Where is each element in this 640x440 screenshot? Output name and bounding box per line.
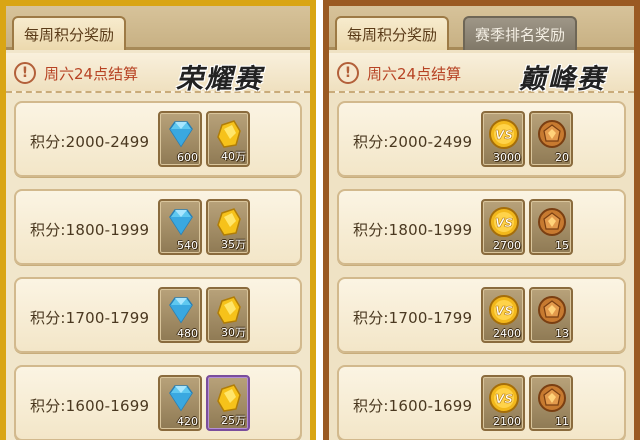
mode-title: 巅峰赛 [519, 64, 606, 95]
reward-row: 积分:2000-2499 600 40万 [14, 101, 302, 177]
reward-item-gold[interactable]: 30万 [206, 287, 250, 343]
reward-item-chest[interactable]: 20 [529, 111, 573, 167]
diamond-icon [164, 381, 198, 415]
reward-row: 积分:1600-1699 420 25万 [14, 365, 302, 440]
points-range-label: 积分:1700-1799 [30, 309, 150, 327]
points-range-label: 积分:1800-1999 [30, 221, 150, 239]
reward-item-diamond[interactable]: 540 [158, 199, 202, 255]
diamond-icon [164, 205, 198, 239]
reward-row: 积分:1800-1999 VS 2700 15 [337, 189, 626, 265]
reward-count: 2100 [493, 415, 521, 428]
settlement-notice: ! 周六24点结算 巅峰赛 [329, 53, 634, 95]
reward-row: 积分:1600-1699 VS 2100 11 [337, 365, 626, 440]
reward-item-gold[interactable]: 40万 [206, 111, 250, 167]
svg-text:VS: VS [495, 304, 513, 318]
warning-icon: ! [14, 62, 36, 84]
reward-count: 25万 [221, 414, 246, 427]
reward-item-vs-coin[interactable]: VS 2400 [481, 287, 525, 343]
peak-rewards-panel: 每周积分奖励 赛季排名奖励 ! 周六24点结算 巅峰赛 积分:2000-2499… [323, 0, 640, 440]
points-range-label: 积分:1600-1699 [30, 397, 150, 415]
reward-row: 积分:1700-1799 VS 2400 13 [337, 277, 626, 353]
reward-row: 积分:1700-1799 480 30万 [14, 277, 302, 353]
points-range-label: 积分:2000-2499 [353, 133, 473, 151]
diamond-icon [164, 117, 198, 151]
tab-weekly-points-rewards[interactable]: 每周积分奖励 [12, 16, 127, 50]
diamond-icon [164, 293, 198, 327]
reward-count: 20 [555, 151, 569, 164]
chest-icon [535, 293, 569, 327]
reward-item-gold[interactable]: 25万 [206, 375, 250, 431]
tab-weekly-points-rewards[interactable]: 每周积分奖励 [335, 16, 450, 50]
reward-item-diamond[interactable]: 420 [158, 375, 202, 431]
reward-count: 13 [555, 327, 569, 340]
gold-icon [212, 293, 246, 327]
points-range-label: 积分:2000-2499 [30, 133, 150, 151]
reward-count: 420 [177, 415, 198, 428]
mode-title: 荣耀赛 [176, 64, 263, 95]
points-range-label: 积分:1700-1799 [353, 309, 473, 327]
panel-divider [316, 0, 323, 440]
gold-icon [212, 381, 246, 415]
reward-item-vs-coin[interactable]: VS 2700 [481, 199, 525, 255]
reward-count: 480 [177, 327, 198, 340]
chest-icon [535, 117, 569, 151]
reward-item-chest[interactable]: 13 [529, 287, 573, 343]
reward-item-diamond[interactable]: 480 [158, 287, 202, 343]
svg-text:VS: VS [495, 128, 513, 142]
vs-coin-icon: VS [487, 117, 521, 151]
vs-coin-icon: VS [487, 381, 521, 415]
tab-bar: 每周积分奖励 [6, 6, 310, 50]
tab-bar: 每周积分奖励 赛季排名奖励 [329, 6, 634, 50]
svg-text:VS: VS [495, 216, 513, 230]
reward-row: 积分:1800-1999 540 35万 [14, 189, 302, 265]
settlement-text: 周六24点结算 [367, 65, 462, 83]
chest-icon [535, 381, 569, 415]
reward-row: 积分:2000-2499 VS 3000 20 [337, 101, 626, 177]
svg-text:VS: VS [495, 392, 513, 406]
vs-coin-icon: VS [487, 293, 521, 327]
tab-season-ranking-rewards[interactable]: 赛季排名奖励 [463, 16, 578, 50]
reward-item-chest[interactable]: 11 [529, 375, 573, 431]
points-range-label: 积分:1600-1699 [353, 397, 473, 415]
glory-rewards-panel: 每周积分奖励 ! 周六24点结算 荣耀赛 积分:2000-2499 600 40… [0, 0, 316, 440]
reward-count: 40万 [221, 150, 246, 163]
gold-icon [212, 205, 246, 239]
warning-icon: ! [337, 62, 359, 84]
reward-item-vs-coin[interactable]: VS 2100 [481, 375, 525, 431]
reward-count: 3000 [493, 151, 521, 164]
reward-count: 600 [177, 151, 198, 164]
chest-icon [535, 205, 569, 239]
reward-count: 15 [555, 239, 569, 252]
vs-coin-icon: VS [487, 205, 521, 239]
settlement-text: 周六24点结算 [44, 65, 139, 83]
reward-count: 2400 [493, 327, 521, 340]
reward-count: 2700 [493, 239, 521, 252]
reward-count: 11 [555, 415, 569, 428]
reward-item-chest[interactable]: 15 [529, 199, 573, 255]
reward-count: 540 [177, 239, 198, 252]
gold-icon [212, 117, 246, 151]
points-range-label: 积分:1800-1999 [353, 221, 473, 239]
reward-item-vs-coin[interactable]: VS 3000 [481, 111, 525, 167]
reward-count: 30万 [221, 326, 246, 339]
settlement-notice: ! 周六24点结算 荣耀赛 [6, 53, 310, 95]
reward-item-diamond[interactable]: 600 [158, 111, 202, 167]
reward-item-gold[interactable]: 35万 [206, 199, 250, 255]
reward-count: 35万 [221, 238, 246, 251]
